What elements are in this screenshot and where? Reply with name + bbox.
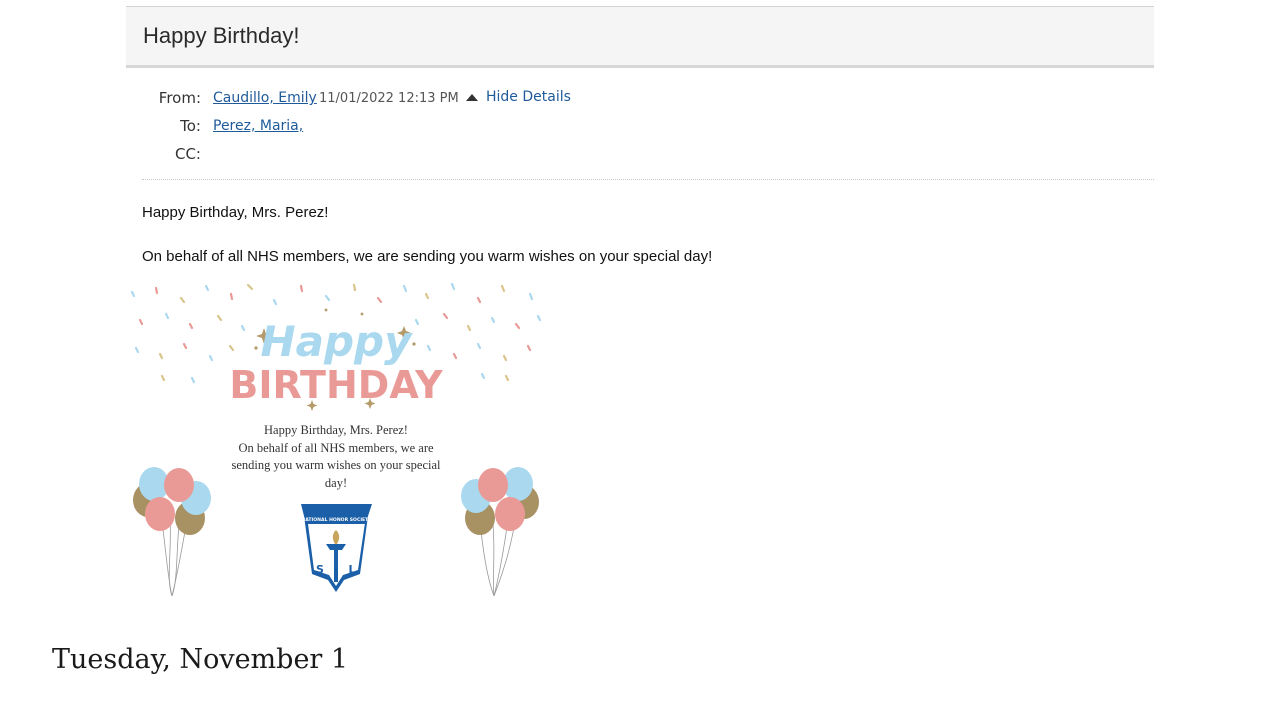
balloons-left — [133, 467, 211, 597]
from-sender-link[interactable]: Caudillo, Emily — [213, 90, 317, 106]
card-birthday-word: BIRTHDAY — [229, 363, 443, 407]
to-label: To: — [180, 117, 201, 135]
email-subject: Happy Birthday! — [143, 23, 300, 48]
card-message: Happy Birthday, Mrs. Perez! On behalf of… — [221, 422, 451, 492]
nhs-logo-left-letter: S — [316, 563, 324, 576]
to-recipient-link[interactable]: Perez, Maria, — [213, 118, 303, 134]
date-heading: Tuesday, November 1 — [52, 644, 349, 675]
svg-text:BIRTHDAY: BIRTHDAY — [229, 363, 443, 407]
body-greeting: Happy Birthday, Mrs. Perez! — [142, 204, 329, 221]
hide-details-button[interactable]: Hide Details — [466, 89, 571, 105]
triangle-up-icon — [466, 93, 478, 101]
from-label: From: — [158, 89, 201, 107]
cc-label: CC: — [174, 145, 201, 163]
birthday-card-image: Happy BIRTHDAY NATIONAL HONOR SOCIETY S … — [126, 280, 546, 598]
hide-details-label: Hide Details — [486, 89, 571, 105]
header-divider — [142, 179, 1154, 180]
balloons-right — [461, 467, 539, 597]
subject-bar: Happy Birthday! — [126, 6, 1154, 68]
email-date: 11/01/2022 12:13 PM — [319, 91, 459, 106]
nhs-logo-icon: NATIONAL HONOR SOCIETY S L — [301, 504, 372, 592]
nhs-logo-text: NATIONAL HONOR SOCIETY — [301, 517, 372, 523]
card-happy-word: Happy — [261, 317, 414, 366]
nhs-logo-right-letter: L — [348, 563, 355, 576]
card-greeting: Happy Birthday, Mrs. Perez! — [264, 423, 408, 437]
card-wishes: On behalf of all NHS members, we are sen… — [231, 440, 441, 490]
body-message: On behalf of all NHS members, we are sen… — [142, 248, 713, 265]
